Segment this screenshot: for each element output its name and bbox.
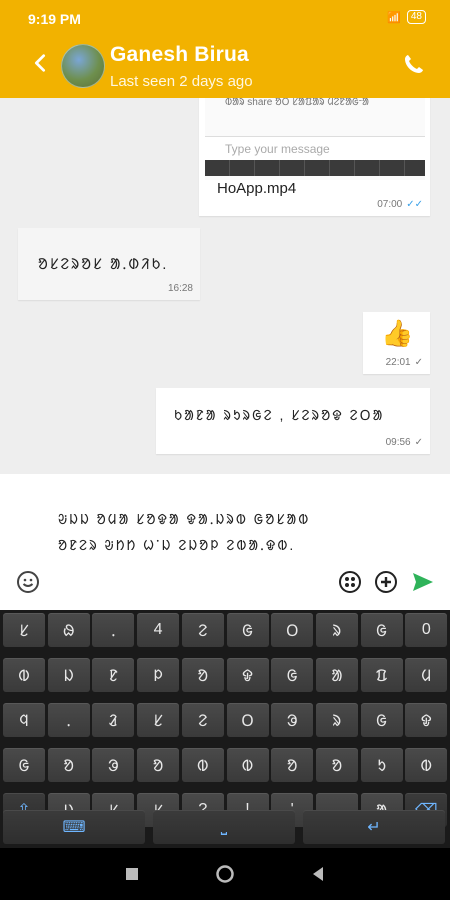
key-row2-8[interactable]: ᱯ: [360, 658, 403, 692]
key-row1-0[interactable]: ᱥ: [3, 613, 45, 647]
double-check-icon: ✓✓: [406, 199, 423, 210]
key-row3-4[interactable]: ᱮ: [181, 703, 224, 737]
thumbs-up-emoji: 👍: [381, 318, 414, 348]
message-bubble-file[interactable]: ᱵᱟᱨ share ᱚᱛ ᱥᱟᱯᱟᱨ ᱢᱮᱱᱟᱜᱼᱟ Type your mes…: [199, 98, 430, 216]
send-icon[interactable]: [410, 570, 436, 594]
message-bubble-emoji[interactable]: 👍 22:01 ✓: [363, 312, 430, 374]
key-row3-0[interactable]: ᱧ: [3, 703, 45, 737]
message-text: ᱚᱥᱮᱨᱚᱥ ᱟᱹᱰᱤᱠ.: [38, 256, 169, 273]
keyboard-toggle-icon[interactable]: [338, 570, 362, 594]
file-name[interactable]: HoApp.mp4: [217, 180, 296, 197]
key-row2-2[interactable]: ᱱ: [92, 658, 135, 692]
thumbnail-composer: Type your message: [205, 136, 425, 163]
composer-input[interactable]: ᱶᱡᱡ ᱚᱢᱟ ᱥᱚᱫᱟ ᱫᱟᱹᱡᱨᱵ ᱜᱚᱥᱟᱵ ᱚᱱᱮᱨ ᱶᱴᱴ ᱦᱸᱡ ᱮ…: [58, 506, 388, 558]
key-row4-9[interactable]: ᱵ: [405, 748, 448, 782]
key-row1-7[interactable]: ᱨ: [315, 613, 358, 647]
key-row1-4[interactable]: ᱮ: [181, 613, 224, 647]
key-row2-0[interactable]: ᱵ: [3, 658, 45, 692]
key-row1-6[interactable]: ᱛ: [271, 613, 314, 647]
key-row4-7[interactable]: ᱚ: [315, 748, 358, 782]
thumbnail-caption: ᱵᱟᱨ share ᱚᱛ ᱥᱟᱯᱟᱨ ᱢᱮᱱᱟᱜᱼᱟ: [225, 98, 369, 108]
key-row4-5[interactable]: ᱵ: [226, 748, 269, 782]
composer-line-1: ᱶᱡᱡ ᱚᱢᱟ ᱥᱚᱫᱟ ᱫᱟᱹᱡᱨᱵ ᱜᱚᱥᱟᱵ: [58, 511, 311, 527]
key-row3-3[interactable]: ᱥ: [137, 703, 180, 737]
enter-icon[interactable]: ↵: [303, 810, 445, 844]
key-row2-5[interactable]: ᱫ: [226, 658, 269, 692]
composer-line-2: ᱚᱱᱮᱨ ᱶᱴᱴ ᱦᱸᱡ ᱮᱡᱚᱞ ᱮᱵᱟᱹᱫᱵ.: [58, 537, 296, 553]
back-icon[interactable]: [308, 864, 328, 884]
on-screen-keyboard[interactable]: ᱥᱷᱹ4ᱮᱜᱛᱨᱜ0ᱵᱡᱱᱞᱚᱫᱜᱟᱯᱢᱧᱹᱲᱥᱮᱛᱳᱨᱜᱫᱜᱚᱳᱚᱵᱵᱚᱚᱩᱵ…: [0, 610, 450, 848]
home-icon[interactable]: [215, 864, 235, 884]
key-row3-2[interactable]: ᱲ: [92, 703, 135, 737]
key-row1-8[interactable]: ᱜ: [360, 613, 403, 647]
message-meta: 09:56 ✓: [386, 437, 423, 448]
key-row4-8[interactable]: ᱩ: [360, 748, 403, 782]
message-time: 09:56: [385, 437, 411, 448]
key-row4-1[interactable]: ᱚ: [47, 748, 90, 782]
thumbnail-keyboard: [205, 160, 425, 176]
key-row4-2[interactable]: ᱳ: [92, 748, 135, 782]
key-row2-7[interactable]: ᱟ: [315, 658, 358, 692]
key-row3-7[interactable]: ᱨ: [315, 703, 358, 737]
key-row1-2[interactable]: ᱹ: [92, 613, 135, 647]
message-composer[interactable]: ᱶᱡᱡ ᱚᱢᱟ ᱥᱚᱫᱟ ᱫᱟᱹᱡᱨᱵ ᱜᱚᱥᱟᱵ ᱚᱱᱮᱨ ᱶᱴᱴ ᱦᱸᱡ ᱮ…: [0, 474, 450, 610]
message-text: ᱠᱟᱱᱟ ᱨᱩᱨᱜᱮ , ᱥᱮᱨᱚᱫ ᱮᱛᱟ: [174, 407, 385, 423]
check-icon: ✓: [414, 437, 423, 448]
contact-name[interactable]: Ganesh Birua: [110, 43, 249, 67]
key-row3-6[interactable]: ᱳ: [271, 703, 314, 737]
status-time: 9:19 PM: [28, 11, 81, 27]
space-bar[interactable]: ⎵: [153, 810, 295, 844]
key-row1-5[interactable]: ᱜ: [226, 613, 269, 647]
message-list[interactable]: ᱵᱟᱨ share ᱚᱛ ᱥᱟᱯᱟᱨ ᱢᱮᱱᱟᱜᱼᱟ Type your mes…: [0, 98, 450, 474]
key-row2-1[interactable]: ᱡ: [47, 658, 90, 692]
key-row2-6[interactable]: ᱜ: [271, 658, 314, 692]
message-bubble-incoming[interactable]: ᱚᱥᱮᱨᱚᱥ ᱟᱹᱰᱤᱠ. 16:28: [18, 228, 200, 300]
emoji-icon[interactable]: [16, 570, 40, 594]
key-row1-9[interactable]: 0: [405, 613, 448, 647]
key-row4-4[interactable]: ᱵ: [181, 748, 224, 782]
key-row4-0[interactable]: ᱜ: [3, 748, 45, 782]
key-row3-8[interactable]: ᱜ: [360, 703, 403, 737]
message-meta: 22:01 ✓: [386, 357, 423, 368]
system-nav-bar: [0, 848, 450, 900]
key-row1-3[interactable]: 4: [137, 613, 180, 647]
status-bar: 9:19 PM 📶 48: [0, 0, 450, 38]
back-arrow-icon[interactable]: [29, 52, 51, 74]
message-bubble-outgoing[interactable]: ᱠᱟᱱᱟ ᱨᱩᱨᱜᱮ , ᱥᱮᱨᱚᱫ ᱮᱛᱟ 09:56 ✓: [156, 388, 430, 454]
contact-avatar[interactable]: [61, 44, 105, 88]
wifi-icon: 📶: [387, 11, 401, 24]
key-row3-1[interactable]: ᱹ: [47, 703, 90, 737]
thumbnail-hint: Type your message: [225, 142, 330, 156]
message-time: 16:28: [167, 283, 193, 294]
key-row4-6[interactable]: ᱚ: [271, 748, 314, 782]
recents-icon[interactable]: [122, 864, 142, 884]
key-row2-4[interactable]: ᱚ: [181, 658, 224, 692]
check-icon: ✓: [414, 357, 423, 368]
video-thumbnail[interactable]: ᱵᱟᱨ share ᱚᱛ ᱥᱟᱯᱟᱨ ᱢᱮᱱᱟᱜᱼᱟ Type your mes…: [205, 98, 425, 180]
add-circle-icon[interactable]: [374, 570, 398, 594]
message-meta: 07:00 ✓✓: [377, 199, 423, 210]
battery-indicator: 48: [406, 10, 426, 24]
key-row2-3[interactable]: ᱞ: [137, 658, 180, 692]
message-meta: 16:28: [168, 283, 193, 294]
message-time: 22:01: [385, 357, 411, 368]
chat-header: 9:19 PM 📶 48 Ganesh Birua Last seen 2 da…: [0, 0, 450, 98]
last-seen: Last seen 2 days ago: [110, 73, 253, 90]
phone-icon[interactable]: [402, 52, 426, 76]
message-time: 07:00: [377, 199, 403, 210]
keyboard-switch-icon[interactable]: ⌨: [3, 810, 145, 844]
key-row4-3[interactable]: ᱚ: [137, 748, 180, 782]
key-row3-5[interactable]: ᱛ: [226, 703, 269, 737]
key-row2-9[interactable]: ᱢ: [405, 658, 448, 692]
key-row1-1[interactable]: ᱷ: [47, 613, 90, 647]
status-icons: 📶 48: [387, 10, 426, 24]
key-row3-9[interactable]: ᱫ: [405, 703, 448, 737]
